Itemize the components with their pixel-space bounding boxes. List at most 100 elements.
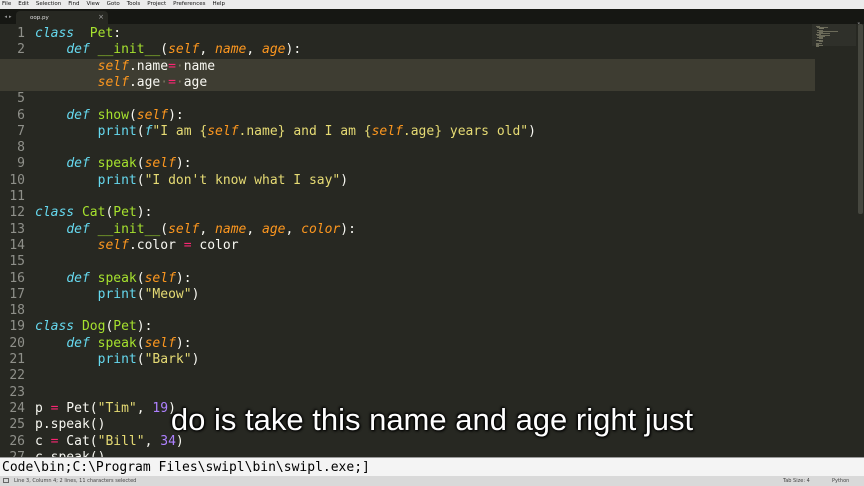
tab-next-icon[interactable]: ▸ — [9, 14, 12, 20]
code-line[interactable]: def speak(self): — [35, 335, 192, 352]
code-token: self — [97, 74, 129, 90]
tab-oop-py[interactable]: oop.py × — [16, 11, 108, 24]
tab-navigation[interactable]: ◂ ▸ — [0, 9, 16, 24]
tab-prev-icon[interactable]: ◂ — [4, 14, 7, 20]
code-line[interactable]: def speak(self): — [35, 270, 192, 287]
line-number: 12 — [9, 205, 25, 221]
code-token: ): — [175, 335, 192, 351]
code-token: color — [191, 237, 239, 253]
code-token: speak — [97, 335, 137, 351]
menu-goto[interactable]: Goto — [107, 0, 120, 9]
menu-find[interactable]: Find — [68, 0, 79, 9]
code-token: def — [66, 335, 90, 351]
code-token: ): — [340, 221, 356, 237]
tab-size-indicator[interactable]: Tab Size: 4 — [783, 476, 810, 486]
code-token: ( — [160, 221, 169, 237]
menu-tools[interactable]: Tools — [127, 0, 141, 9]
line-number: 2 — [17, 42, 25, 58]
code-line[interactable]: def __init__(self, name, age, color): — [35, 222, 356, 238]
menu-file[interactable]: File — [2, 0, 11, 9]
code-token: Pet — [89, 26, 114, 41]
code-line[interactable]: print(f"I am {self.name} and I am {self.… — [35, 124, 536, 140]
code-token: Pet — [113, 319, 137, 335]
video-subtitle: do is take this name and age right just — [0, 396, 864, 444]
syntax-indicator[interactable]: Python — [832, 476, 849, 486]
line-number: 11 — [9, 189, 25, 204]
code-token: "I don't know what I say" — [144, 172, 341, 188]
line-number: 20 — [9, 335, 25, 351]
code-line[interactable]: def show(self): — [35, 107, 183, 124]
line-number: 10 — [9, 172, 25, 188]
code-token: def — [66, 156, 90, 172]
tab-filename: oop.py — [30, 14, 49, 21]
code-token: age — [262, 42, 286, 58]
code-line[interactable]: def __init__(self, name, age): — [35, 42, 301, 58]
code-token: def — [66, 270, 90, 286]
code-token: , — [285, 221, 302, 237]
line-number: 5 — [17, 91, 25, 107]
menu-preferences[interactable]: Preferences — [173, 0, 205, 9]
code-token: color — [301, 221, 341, 237]
line-number: 17 — [9, 286, 25, 302]
close-icon[interactable]: × — [98, 13, 104, 21]
line-number: 22 — [9, 368, 25, 384]
code-token: __init__ — [97, 42, 161, 58]
code-token: def — [66, 221, 90, 237]
code-line[interactable]: class Pet: — [35, 26, 121, 42]
code-token: print — [97, 172, 137, 188]
minimap-line — [818, 41, 824, 42]
code-token: self — [136, 107, 169, 123]
line-number: 19 — [9, 319, 25, 335]
menu-edit[interactable]: Edit — [18, 0, 29, 9]
menu-project[interactable]: Project — [147, 0, 166, 9]
code-line[interactable]: self.age·=·age — [35, 74, 208, 91]
code-token: speak — [97, 270, 137, 286]
code-token: : — [113, 26, 122, 41]
code-token: age — [262, 221, 286, 237]
code-line[interactable]: self.name=·name — [35, 59, 215, 75]
code-token: · — [175, 74, 184, 90]
code-token: self — [371, 123, 403, 139]
code-token: , — [199, 221, 216, 237]
code-line[interactable]: def speak(self): — [35, 156, 191, 172]
code-token: · — [175, 58, 184, 74]
code-token: .age} years old" — [402, 123, 529, 139]
code-token: ( — [136, 335, 145, 351]
menu-selection[interactable]: Selection — [36, 0, 61, 9]
code-token: Dog — [81, 319, 106, 335]
line-number: 9 — [17, 156, 25, 172]
code-token: ( — [136, 352, 145, 367]
code-token: __init__ — [97, 221, 161, 237]
code-token: ( — [136, 123, 145, 139]
subtitle-text: do is take this name and age right just — [170, 402, 694, 437]
code-token: = — [168, 74, 176, 90]
code-token: ( — [136, 286, 145, 302]
menu-help[interactable]: Help — [212, 0, 225, 9]
code-token: Pet — [113, 205, 137, 221]
code-line[interactable]: class Dog(Pet): — [35, 319, 152, 335]
code-token: self — [207, 123, 239, 139]
minimap-line — [816, 45, 820, 47]
menu-view[interactable]: View — [87, 0, 100, 9]
scrollbar-thumb[interactable] — [858, 24, 863, 214]
code-token: print — [97, 123, 137, 139]
code-line[interactable]: self.color = color — [35, 238, 239, 254]
code-token: ): — [175, 270, 192, 286]
code-line[interactable]: print("Bark") — [35, 352, 200, 368]
code-line[interactable]: class Cat(Pet): — [35, 205, 152, 221]
console-toggle-icon[interactable] — [3, 478, 9, 483]
code-line[interactable]: print("I don't know what I say") — [35, 173, 348, 189]
code-line[interactable]: print("Meow") — [35, 286, 200, 303]
code-token: ) — [191, 286, 200, 302]
console-panel[interactable]: Code\bin;C:\Program Files\swipl\bin\swip… — [0, 457, 864, 476]
